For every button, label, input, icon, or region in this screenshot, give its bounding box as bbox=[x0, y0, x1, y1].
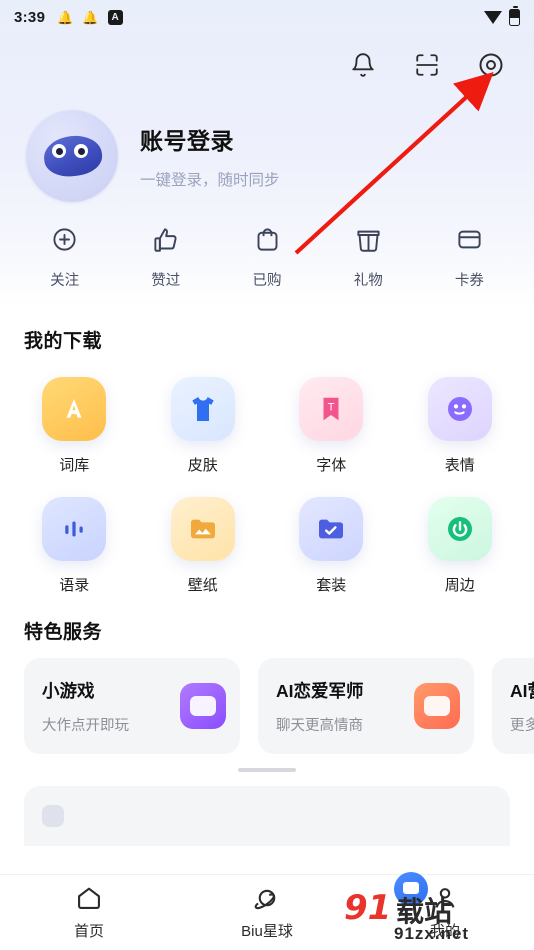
card-icon bbox=[456, 226, 483, 258]
tab-mine[interactable]: 我的 bbox=[356, 884, 534, 941]
profile-header: 账号登录 一键登录，随时同步 关注 赞过 已购 礼物 卡券 bbox=[0, 34, 534, 306]
download-item-yulu[interactable]: 语录 bbox=[10, 483, 139, 595]
scroll-indicator-bar bbox=[238, 768, 296, 772]
bell-icon: 🔔 bbox=[57, 9, 74, 25]
quick-actions: 关注 赞过 已购 礼物 卡券 bbox=[0, 212, 534, 300]
feature-card-subtitle: 聊天更高情商 bbox=[276, 717, 363, 734]
bottom-tab-bar: 首页 Biu星球 我的 bbox=[0, 874, 534, 950]
downloads-grid: 词库 皮肤 T 字体 表情 语录 壁纸 套装 周边 bbox=[0, 357, 534, 597]
wifi-icon bbox=[484, 10, 502, 24]
person-icon bbox=[435, 888, 455, 908]
avatar-art bbox=[42, 133, 104, 179]
feature-card-subtitle: 更多营 bbox=[510, 717, 534, 734]
plus-circle-icon bbox=[51, 226, 78, 258]
quick-action-purchased[interactable]: 已购 bbox=[216, 226, 317, 290]
download-item-ziti[interactable]: T 字体 bbox=[267, 363, 396, 475]
image-folder-icon bbox=[170, 497, 235, 561]
quick-action-label: 卡券 bbox=[454, 273, 484, 289]
carousel-scroll-indicator[interactable] bbox=[0, 768, 534, 772]
user-avatar[interactable] bbox=[26, 110, 118, 202]
feature-card-title: AI恋爱军师 bbox=[276, 680, 364, 701]
download-item-label: 皮肤 bbox=[187, 457, 218, 474]
home-icon bbox=[78, 887, 100, 909]
gamepad-icon bbox=[180, 683, 226, 729]
download-item-zhoubian[interactable]: 周边 bbox=[396, 483, 525, 595]
battery-icon bbox=[509, 5, 520, 26]
dictionary-icon bbox=[42, 377, 107, 441]
download-item-label: 周边 bbox=[444, 577, 475, 594]
bell-icon: 🔔 bbox=[82, 9, 99, 25]
feature-card-ai-love[interactable]: AI恋爱军师 聊天更高情商 bbox=[258, 658, 474, 754]
downloads-title: 我的下载 bbox=[24, 331, 103, 352]
avatar-eye bbox=[52, 144, 66, 158]
quick-action-label: 已购 bbox=[252, 273, 282, 289]
account-title: 账号登录 bbox=[140, 128, 234, 154]
feature-card-title: AI营销 bbox=[510, 680, 534, 701]
partial-card-below[interactable] bbox=[24, 786, 510, 846]
status-right-icons bbox=[484, 5, 520, 26]
tab-label: 我的 bbox=[429, 923, 460, 940]
gift-icon bbox=[355, 226, 382, 258]
status-bar: 3:39 🔔 🔔 A bbox=[0, 0, 534, 34]
header-actions bbox=[0, 34, 534, 96]
download-item-pifu[interactable]: 皮肤 bbox=[139, 363, 268, 475]
account-subtitle: 一键登录，随时同步 bbox=[140, 172, 280, 189]
settings-gear-icon[interactable] bbox=[474, 48, 508, 82]
notification-bell-icon[interactable] bbox=[346, 48, 380, 82]
font-tag-icon: T bbox=[299, 377, 364, 441]
features-carousel[interactable]: 小游戏 大作点开即玩 AI恋爱军师 聊天更高情商 AI营销 更多营 bbox=[0, 648, 534, 754]
download-item-bizhi[interactable]: 壁纸 bbox=[139, 483, 268, 595]
download-item-label: 壁纸 bbox=[187, 577, 218, 594]
status-left-icons: 🔔 🔔 A bbox=[57, 9, 123, 25]
quick-action-gift[interactable]: 礼物 bbox=[318, 226, 419, 290]
card-placeholder-icon bbox=[42, 805, 64, 827]
feature-card-subtitle: 大作点开即玩 bbox=[42, 717, 129, 734]
quick-action-label: 赞过 bbox=[151, 273, 181, 289]
features-title: 特色服务 bbox=[24, 622, 103, 643]
account-row[interactable]: 账号登录 一键登录，随时同步 bbox=[0, 96, 534, 212]
download-item-label: 套装 bbox=[316, 577, 347, 594]
svg-text:T: T bbox=[328, 401, 335, 413]
power-circle-icon bbox=[427, 497, 492, 561]
download-item-cikuv[interactable]: 词库 bbox=[10, 363, 139, 475]
feature-card-minigame[interactable]: 小游戏 大作点开即玩 bbox=[24, 658, 240, 754]
tshirt-icon bbox=[170, 377, 235, 441]
feature-card-ai-marketing[interactable]: AI营销 更多营 bbox=[492, 658, 534, 754]
tab-label: 首页 bbox=[73, 923, 104, 940]
thumbs-up-icon bbox=[152, 226, 179, 258]
bag-icon bbox=[254, 226, 281, 258]
quick-action-follow[interactable]: 关注 bbox=[14, 226, 115, 290]
feature-card-title: 小游戏 bbox=[42, 680, 95, 701]
quick-action-coupon[interactable]: 卡券 bbox=[419, 226, 520, 290]
quick-action-label: 关注 bbox=[50, 273, 80, 289]
status-time: 3:39 bbox=[14, 8, 46, 26]
emoji-icon bbox=[427, 377, 492, 441]
scan-icon[interactable] bbox=[410, 48, 444, 82]
download-item-taozhuang[interactable]: 套装 bbox=[267, 483, 396, 595]
tab-biu-planet[interactable]: Biu星球 bbox=[178, 884, 356, 941]
equalizer-icon bbox=[42, 497, 107, 561]
download-item-biaoqing[interactable]: 表情 bbox=[396, 363, 525, 475]
quick-action-label: 礼物 bbox=[353, 273, 383, 289]
avatar-eye bbox=[74, 144, 88, 158]
folder-check-icon bbox=[299, 497, 364, 561]
planet-icon bbox=[254, 889, 276, 910]
tab-home[interactable]: 首页 bbox=[0, 884, 178, 941]
app-badge-icon: A bbox=[107, 9, 123, 25]
download-item-label: 字体 bbox=[316, 457, 347, 474]
download-item-label: 表情 bbox=[444, 457, 475, 474]
chat-heart-icon bbox=[414, 683, 460, 729]
tab-label: Biu星球 bbox=[241, 923, 293, 940]
quick-action-liked[interactable]: 赞过 bbox=[115, 226, 216, 290]
download-item-label: 词库 bbox=[59, 457, 90, 474]
download-item-label: 语录 bbox=[59, 577, 90, 594]
